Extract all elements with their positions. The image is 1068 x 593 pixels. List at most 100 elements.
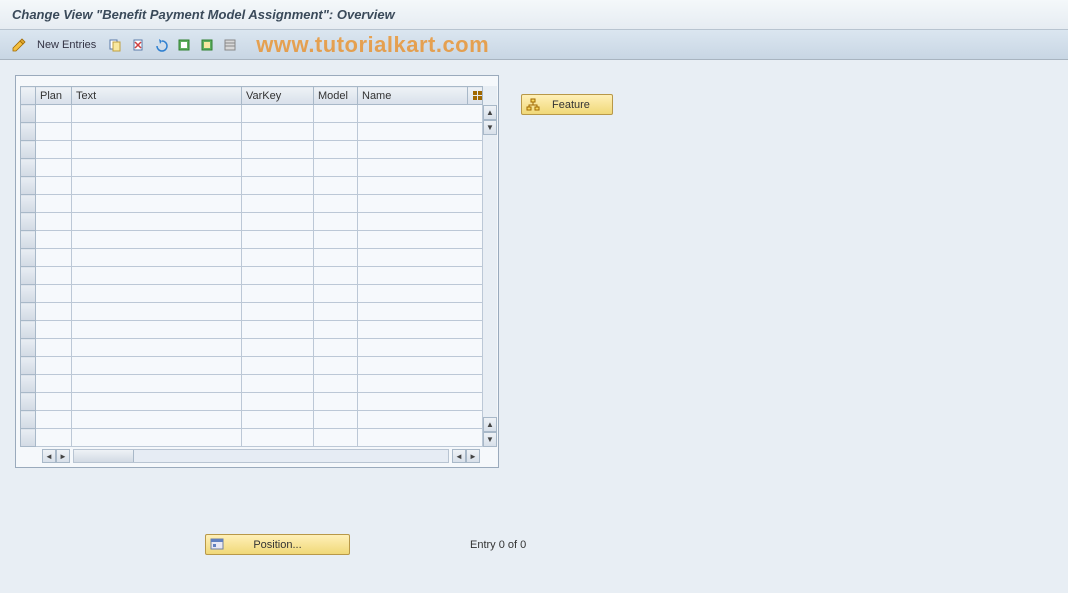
- cell-name[interactable]: [358, 213, 483, 231]
- new-entries-button[interactable]: New Entries: [31, 35, 102, 55]
- cell-model[interactable]: [314, 285, 358, 303]
- cell-varkey[interactable]: [242, 213, 314, 231]
- cell-text[interactable]: [72, 429, 242, 447]
- cell-varkey[interactable]: [242, 195, 314, 213]
- cell-text[interactable]: [72, 177, 242, 195]
- cell-model[interactable]: [314, 429, 358, 447]
- cell-plan[interactable]: [36, 105, 72, 123]
- table-row[interactable]: [21, 375, 483, 393]
- cell-model[interactable]: [314, 303, 358, 321]
- cell-name[interactable]: [358, 177, 483, 195]
- cell-plan[interactable]: [36, 393, 72, 411]
- cell-name[interactable]: [358, 285, 483, 303]
- row-selector[interactable]: [21, 429, 36, 447]
- cell-model[interactable]: [314, 249, 358, 267]
- cell-plan[interactable]: [36, 339, 72, 357]
- table-row[interactable]: [21, 285, 483, 303]
- table-row[interactable]: [21, 393, 483, 411]
- cell-model[interactable]: [314, 321, 358, 339]
- cell-model[interactable]: [314, 141, 358, 159]
- cell-text[interactable]: [72, 123, 242, 141]
- cell-name[interactable]: [358, 429, 483, 447]
- scroll-right-icon[interactable]: ►: [466, 449, 480, 463]
- col-plan-header[interactable]: Plan: [36, 87, 72, 105]
- cell-varkey[interactable]: [242, 393, 314, 411]
- cell-name[interactable]: [358, 375, 483, 393]
- row-selector[interactable]: [21, 303, 36, 321]
- table-row[interactable]: [21, 141, 483, 159]
- cell-model[interactable]: [314, 411, 358, 429]
- cell-varkey[interactable]: [242, 339, 314, 357]
- cell-plan[interactable]: [36, 177, 72, 195]
- row-selector[interactable]: [21, 411, 36, 429]
- cell-plan[interactable]: [36, 213, 72, 231]
- cell-plan[interactable]: [36, 411, 72, 429]
- cell-text[interactable]: [72, 375, 242, 393]
- scroll-left-icon[interactable]: ◄: [42, 449, 56, 463]
- cell-plan[interactable]: [36, 249, 72, 267]
- row-selector[interactable]: [21, 213, 36, 231]
- cell-text[interactable]: [72, 213, 242, 231]
- hscroll-track[interactable]: [73, 449, 449, 463]
- table-row[interactable]: [21, 357, 483, 375]
- cell-varkey[interactable]: [242, 357, 314, 375]
- row-selector[interactable]: [21, 339, 36, 357]
- scroll-up-icon[interactable]: ▲: [483, 105, 497, 120]
- cell-varkey[interactable]: [242, 177, 314, 195]
- cell-text[interactable]: [72, 195, 242, 213]
- row-selector[interactable]: [21, 285, 36, 303]
- cell-varkey[interactable]: [242, 267, 314, 285]
- cell-varkey[interactable]: [242, 141, 314, 159]
- scroll-page-up-icon[interactable]: ▼: [483, 120, 497, 135]
- cell-plan[interactable]: [36, 267, 72, 285]
- cell-plan[interactable]: [36, 303, 72, 321]
- delete-button[interactable]: [128, 35, 148, 55]
- cell-varkey[interactable]: [242, 321, 314, 339]
- cell-plan[interactable]: [36, 195, 72, 213]
- table-row[interactable]: [21, 177, 483, 195]
- horizontal-scrollbar[interactable]: ◄ ► ◄ ►: [20, 449, 494, 463]
- cell-text[interactable]: [72, 267, 242, 285]
- vertical-scrollbar[interactable]: ▲ ▼ ▲ ▼: [483, 86, 497, 447]
- hscroll-thumb[interactable]: [74, 450, 134, 462]
- cell-name[interactable]: [358, 339, 483, 357]
- cell-plan[interactable]: [36, 285, 72, 303]
- col-name-header[interactable]: Name: [358, 87, 468, 105]
- row-selector[interactable]: [21, 231, 36, 249]
- row-selector-header[interactable]: [21, 87, 36, 105]
- cell-text[interactable]: [72, 249, 242, 267]
- cell-varkey[interactable]: [242, 303, 314, 321]
- table-row[interactable]: [21, 159, 483, 177]
- cell-text[interactable]: [72, 159, 242, 177]
- cell-model[interactable]: [314, 357, 358, 375]
- cell-plan[interactable]: [36, 231, 72, 249]
- cell-text[interactable]: [72, 303, 242, 321]
- scroll-right-2-icon[interactable]: ◄: [452, 449, 466, 463]
- cell-plan[interactable]: [36, 375, 72, 393]
- table-row[interactable]: [21, 123, 483, 141]
- scroll-down-icon[interactable]: ▼: [483, 432, 497, 447]
- cell-model[interactable]: [314, 105, 358, 123]
- cell-name[interactable]: [358, 105, 483, 123]
- cell-text[interactable]: [72, 393, 242, 411]
- config-button[interactable]: [220, 35, 240, 55]
- cell-model[interactable]: [314, 339, 358, 357]
- row-selector[interactable]: [21, 321, 36, 339]
- cell-name[interactable]: [358, 141, 483, 159]
- table-row[interactable]: [21, 213, 483, 231]
- cell-model[interactable]: [314, 159, 358, 177]
- cell-name[interactable]: [358, 123, 483, 141]
- table-row[interactable]: [21, 195, 483, 213]
- cell-name[interactable]: [358, 303, 483, 321]
- toggle-edit-icon[interactable]: [10, 36, 28, 54]
- cell-model[interactable]: [314, 177, 358, 195]
- table-row[interactable]: [21, 267, 483, 285]
- table-row[interactable]: [21, 303, 483, 321]
- cell-plan[interactable]: [36, 429, 72, 447]
- cell-name[interactable]: [358, 321, 483, 339]
- undo-button[interactable]: [151, 35, 171, 55]
- table-settings-button[interactable]: [468, 87, 483, 105]
- assignment-table[interactable]: Plan Text VarKey Model Name: [20, 86, 483, 447]
- copy-as-button[interactable]: [105, 35, 125, 55]
- cell-varkey[interactable]: [242, 429, 314, 447]
